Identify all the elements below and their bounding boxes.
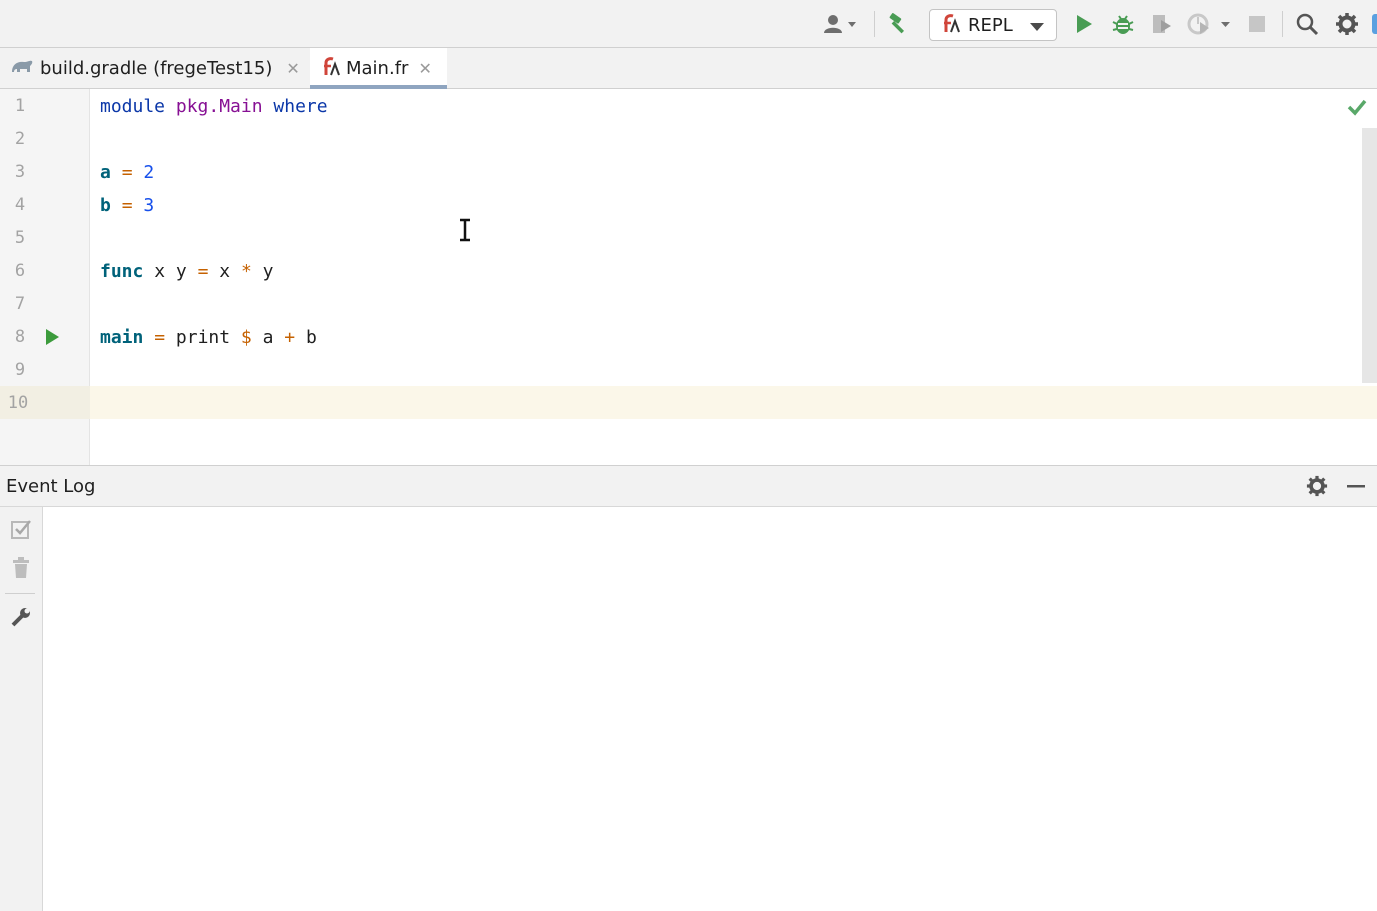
code-editor[interactable]: 1 2 3 4 5 6 7 8 9 10 module pkg.Main whe… (0, 89, 1377, 465)
run-configuration-selector[interactable]: REPL (929, 9, 1057, 41)
event-log-title: Event Log (6, 476, 96, 497)
line-number: 8 (14, 327, 26, 347)
run-configuration-label: REPL (968, 14, 1013, 36)
code-line-8: main = print $ a + b (100, 321, 317, 354)
settings-gear-icon[interactable] (1334, 10, 1360, 38)
line-number: 4 (14, 195, 26, 215)
trash-icon[interactable] (9, 556, 33, 580)
frege-file-icon (322, 55, 340, 82)
variable: x (219, 261, 231, 282)
code-line-4: b = 3 (100, 189, 154, 222)
toolbar-separator (1282, 11, 1283, 37)
tab-label: build.gradle (fregeTest15) (40, 57, 273, 79)
close-icon[interactable]: ✕ (286, 59, 299, 78)
operator-plus: + (284, 327, 296, 348)
build-hammer-icon[interactable] (884, 10, 912, 38)
event-log-header: Event Log (0, 465, 1377, 507)
operator-equals: = (154, 327, 166, 348)
chevron-down-icon (1030, 16, 1044, 35)
binding-name: b (100, 195, 111, 216)
user-icon[interactable] (820, 10, 864, 38)
line-number: 6 (14, 261, 26, 281)
line-number: 2 (14, 129, 26, 149)
current-line-highlight (0, 386, 1377, 419)
tab-label: Main.fr (346, 57, 409, 79)
keyword-where: where (273, 96, 328, 117)
tab-main-fr[interactable]: Main.fr ✕ (310, 48, 447, 89)
profile-icon[interactable] (1184, 10, 1234, 38)
event-log-content (43, 507, 1377, 911)
module-name: pkg.Main (175, 96, 263, 117)
number-literal: 2 (143, 162, 155, 183)
stop-icon[interactable] (1246, 10, 1268, 38)
operator-equals: = (121, 162, 133, 183)
operator-equals: = (197, 261, 209, 282)
search-icon[interactable] (1294, 10, 1320, 38)
editor-scrollbar[interactable] (1362, 128, 1377, 383)
frege-icon (942, 12, 960, 38)
variable: b (305, 327, 317, 348)
wrench-icon[interactable] (9, 605, 33, 629)
tab-build-gradle[interactable]: build.gradle (fregeTest15) ✕ (0, 48, 308, 88)
assistant-icon[interactable] (1372, 14, 1377, 34)
operator-equals: = (121, 195, 133, 216)
line-number: 9 (14, 360, 26, 380)
operator-dollar: $ (240, 327, 252, 348)
operator-multiply: * (240, 261, 252, 282)
coverage-icon[interactable] (1148, 10, 1176, 38)
variable: y (262, 261, 274, 282)
line-number: 1 (14, 96, 26, 116)
number-literal: 3 (143, 195, 155, 216)
debug-icon[interactable] (1110, 10, 1136, 38)
line-number: 10 (7, 393, 29, 413)
line-number: 7 (14, 294, 26, 314)
binding-name: a (100, 162, 111, 183)
line-number: 5 (14, 228, 26, 248)
binding-name: main (100, 327, 144, 348)
main-toolbar: REPL (0, 0, 1377, 48)
gradle-icon (10, 57, 34, 80)
function-args: x y (154, 261, 187, 282)
code-line-3: a = 2 (100, 156, 154, 189)
function-call: print (175, 327, 231, 348)
settings-gear-icon[interactable] (1306, 475, 1330, 499)
run-gutter-icon[interactable] (44, 328, 62, 346)
keyword-module: module (100, 96, 166, 117)
event-log-sidebar (0, 507, 43, 911)
inspection-ok-icon[interactable] (1347, 98, 1367, 116)
line-number: 3 (14, 162, 26, 182)
editor-tabs: build.gradle (fregeTest15) ✕ Main.fr ✕ (0, 48, 1377, 89)
mark-all-read-icon[interactable] (9, 517, 33, 541)
sidebar-separator (5, 593, 35, 594)
function-name: func (100, 261, 144, 282)
variable: a (262, 327, 274, 348)
code-line-6: func x y = x * y (100, 255, 273, 288)
code-line-1: module pkg.Main where (100, 90, 328, 123)
text-cursor-icon (458, 218, 472, 242)
close-icon[interactable]: ✕ (418, 59, 431, 78)
minimize-icon[interactable] (1346, 478, 1368, 494)
toolbar-separator (874, 11, 875, 37)
run-icon[interactable] (1072, 10, 1096, 38)
